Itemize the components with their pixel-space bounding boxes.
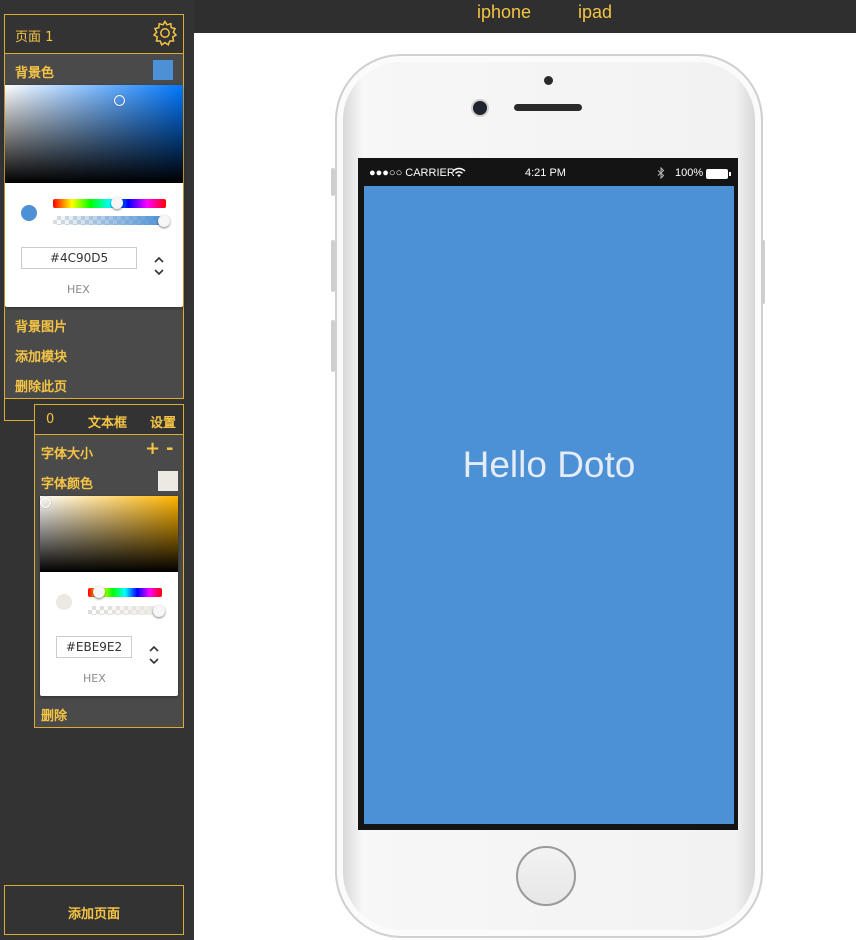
font-color-label: 字体颜色 <box>41 477 94 492</box>
alpha-slider-knob[interactable] <box>153 605 165 617</box>
color-preview-dot <box>21 205 37 221</box>
alpha-slider[interactable] <box>53 216 166 225</box>
sidebar: 页面 1 背景色 背景图片 添加模块 删除此页 #4C90D5 HEX 0 文本… <box>0 0 194 940</box>
page-title: 页面 1 <box>15 30 54 45</box>
front-camera <box>473 101 487 115</box>
earpiece <box>514 104 582 111</box>
hex-input[interactable]: #4C90D5 <box>21 247 137 269</box>
font-size-label: 字体大小 <box>41 447 94 462</box>
element-type-label: 文本框 <box>88 416 128 431</box>
hue-slider[interactable] <box>53 197 166 209</box>
font-color-swatch[interactable] <box>158 471 178 491</box>
mute-switch <box>331 168 335 196</box>
color-preview-dot <box>56 594 72 610</box>
carrier-text: ●●●○○ CARRIER <box>369 167 455 179</box>
format-toggle-icon[interactable] <box>148 644 160 666</box>
battery-tip <box>729 172 731 176</box>
hex-format-label: HEX <box>67 283 90 296</box>
hue-slider-knob[interactable] <box>111 197 123 209</box>
home-button <box>516 846 576 906</box>
panel-connector <box>4 397 5 420</box>
page-panel-header: 页面 1 <box>5 15 183 54</box>
delete-page-item[interactable]: 删除此页 <box>15 376 67 395</box>
saturation-area[interactable] <box>40 496 178 572</box>
hex-input[interactable]: #EBE9E2 <box>56 636 132 658</box>
font-size-decrease-button[interactable]: - <box>166 438 173 459</box>
battery-icon <box>706 169 728 179</box>
font-color-picker: #EBE9E2 HEX <box>40 496 178 696</box>
add-module-item[interactable]: 添加模块 <box>15 346 67 365</box>
saturation-cursor[interactable] <box>114 95 125 106</box>
volume-down-button <box>331 320 335 372</box>
page-canvas[interactable]: Hello Doto <box>364 186 734 824</box>
alpha-slider[interactable] <box>88 606 162 615</box>
element-index: 0 <box>46 412 55 427</box>
bg-color-picker: #4C90D5 HEX <box>5 85 183 307</box>
tab-ipad[interactable]: ipad <box>578 2 612 23</box>
power-button <box>761 240 765 304</box>
battery-percent: 100% <box>675 167 704 179</box>
hello-text-box[interactable]: Hello Doto <box>364 444 734 486</box>
gear-icon[interactable] <box>151 19 179 47</box>
element-settings-button[interactable]: 设置 <box>150 412 176 431</box>
hue-slider-knob[interactable] <box>93 586 105 598</box>
wifi-icon <box>452 167 466 177</box>
volume-up-button <box>331 240 335 292</box>
status-bar: ●●●○○ CARRIER 4:21 PM 100% <box>363 164 733 184</box>
element-panel-header: 0 文本框 设置 <box>35 405 183 435</box>
saturation-cursor[interactable] <box>40 497 51 508</box>
format-toggle-icon[interactable] <box>153 255 165 277</box>
saturation-area[interactable] <box>5 85 183 183</box>
proximity-sensor <box>544 76 553 85</box>
add-page-button[interactable]: 添加页面 <box>4 885 184 935</box>
hue-slider[interactable] <box>88 586 162 598</box>
bg-color-swatch[interactable] <box>153 60 173 80</box>
panel-connector <box>4 420 34 421</box>
hex-format-label: HEX <box>83 672 106 685</box>
time-text: 4:21 PM <box>525 167 566 179</box>
tab-iphone[interactable]: iphone <box>477 2 531 23</box>
bg-image-item[interactable]: 背景图片 <box>15 316 67 335</box>
alpha-slider-knob[interactable] <box>158 215 170 227</box>
bluetooth-icon <box>657 167 665 179</box>
bg-color-label: 背景色 <box>15 66 55 81</box>
delete-element-button[interactable]: 删除 <box>41 705 67 724</box>
add-page-label: 添加页面 <box>67 907 120 922</box>
font-size-increase-button[interactable]: + <box>145 438 160 459</box>
